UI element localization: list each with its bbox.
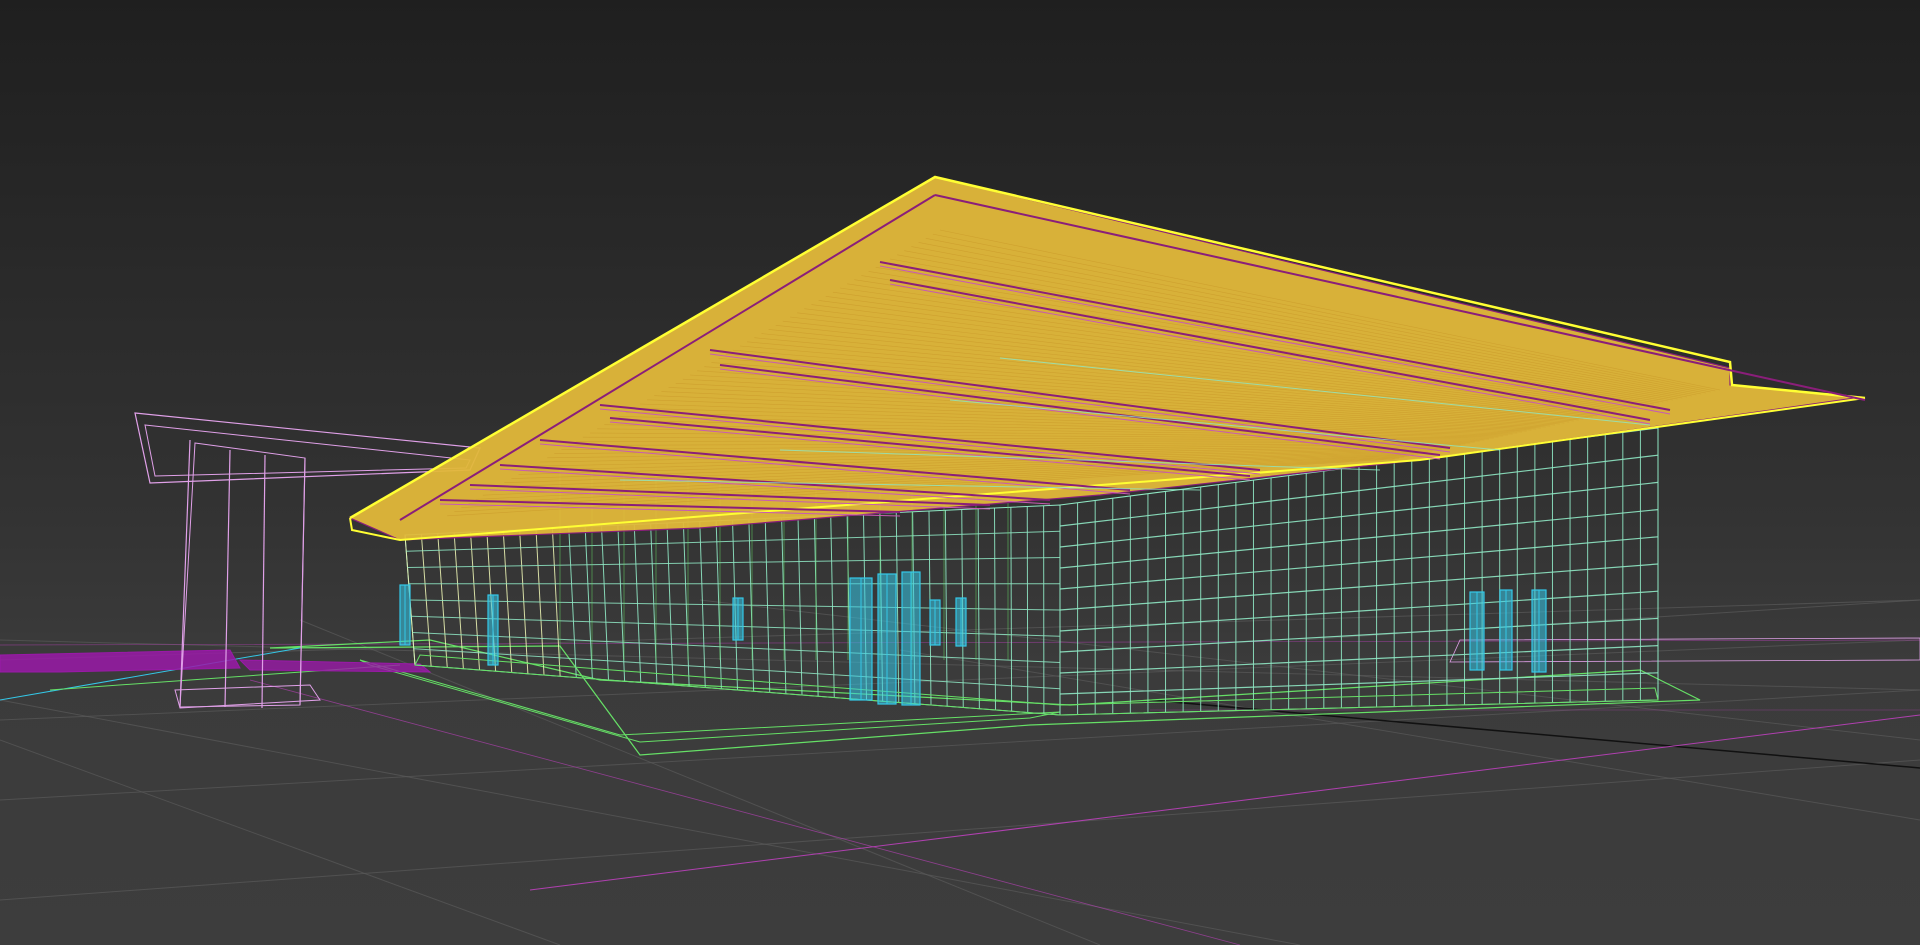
- site-paving-patch: [0, 649, 241, 673]
- ground-grid: [0, 599, 1920, 945]
- grid-line: [0, 759, 1920, 901]
- grid-line: [0, 739, 561, 945]
- roof-canopy[interactable]: [348, 175, 1866, 542]
- 3d-viewport[interactable]: [0, 0, 1920, 945]
- wireframe-scene[interactable]: [0, 0, 1920, 945]
- site-boundary-lines: [0, 637, 1920, 756]
- grid-line: [899, 649, 1920, 821]
- site-guide-line: [249, 679, 1241, 945]
- grid-line: [1299, 599, 1920, 641]
- site-guide-line: [529, 714, 1920, 891]
- grid-line: [0, 639, 1920, 721]
- site-paving-patch: [238, 659, 432, 673]
